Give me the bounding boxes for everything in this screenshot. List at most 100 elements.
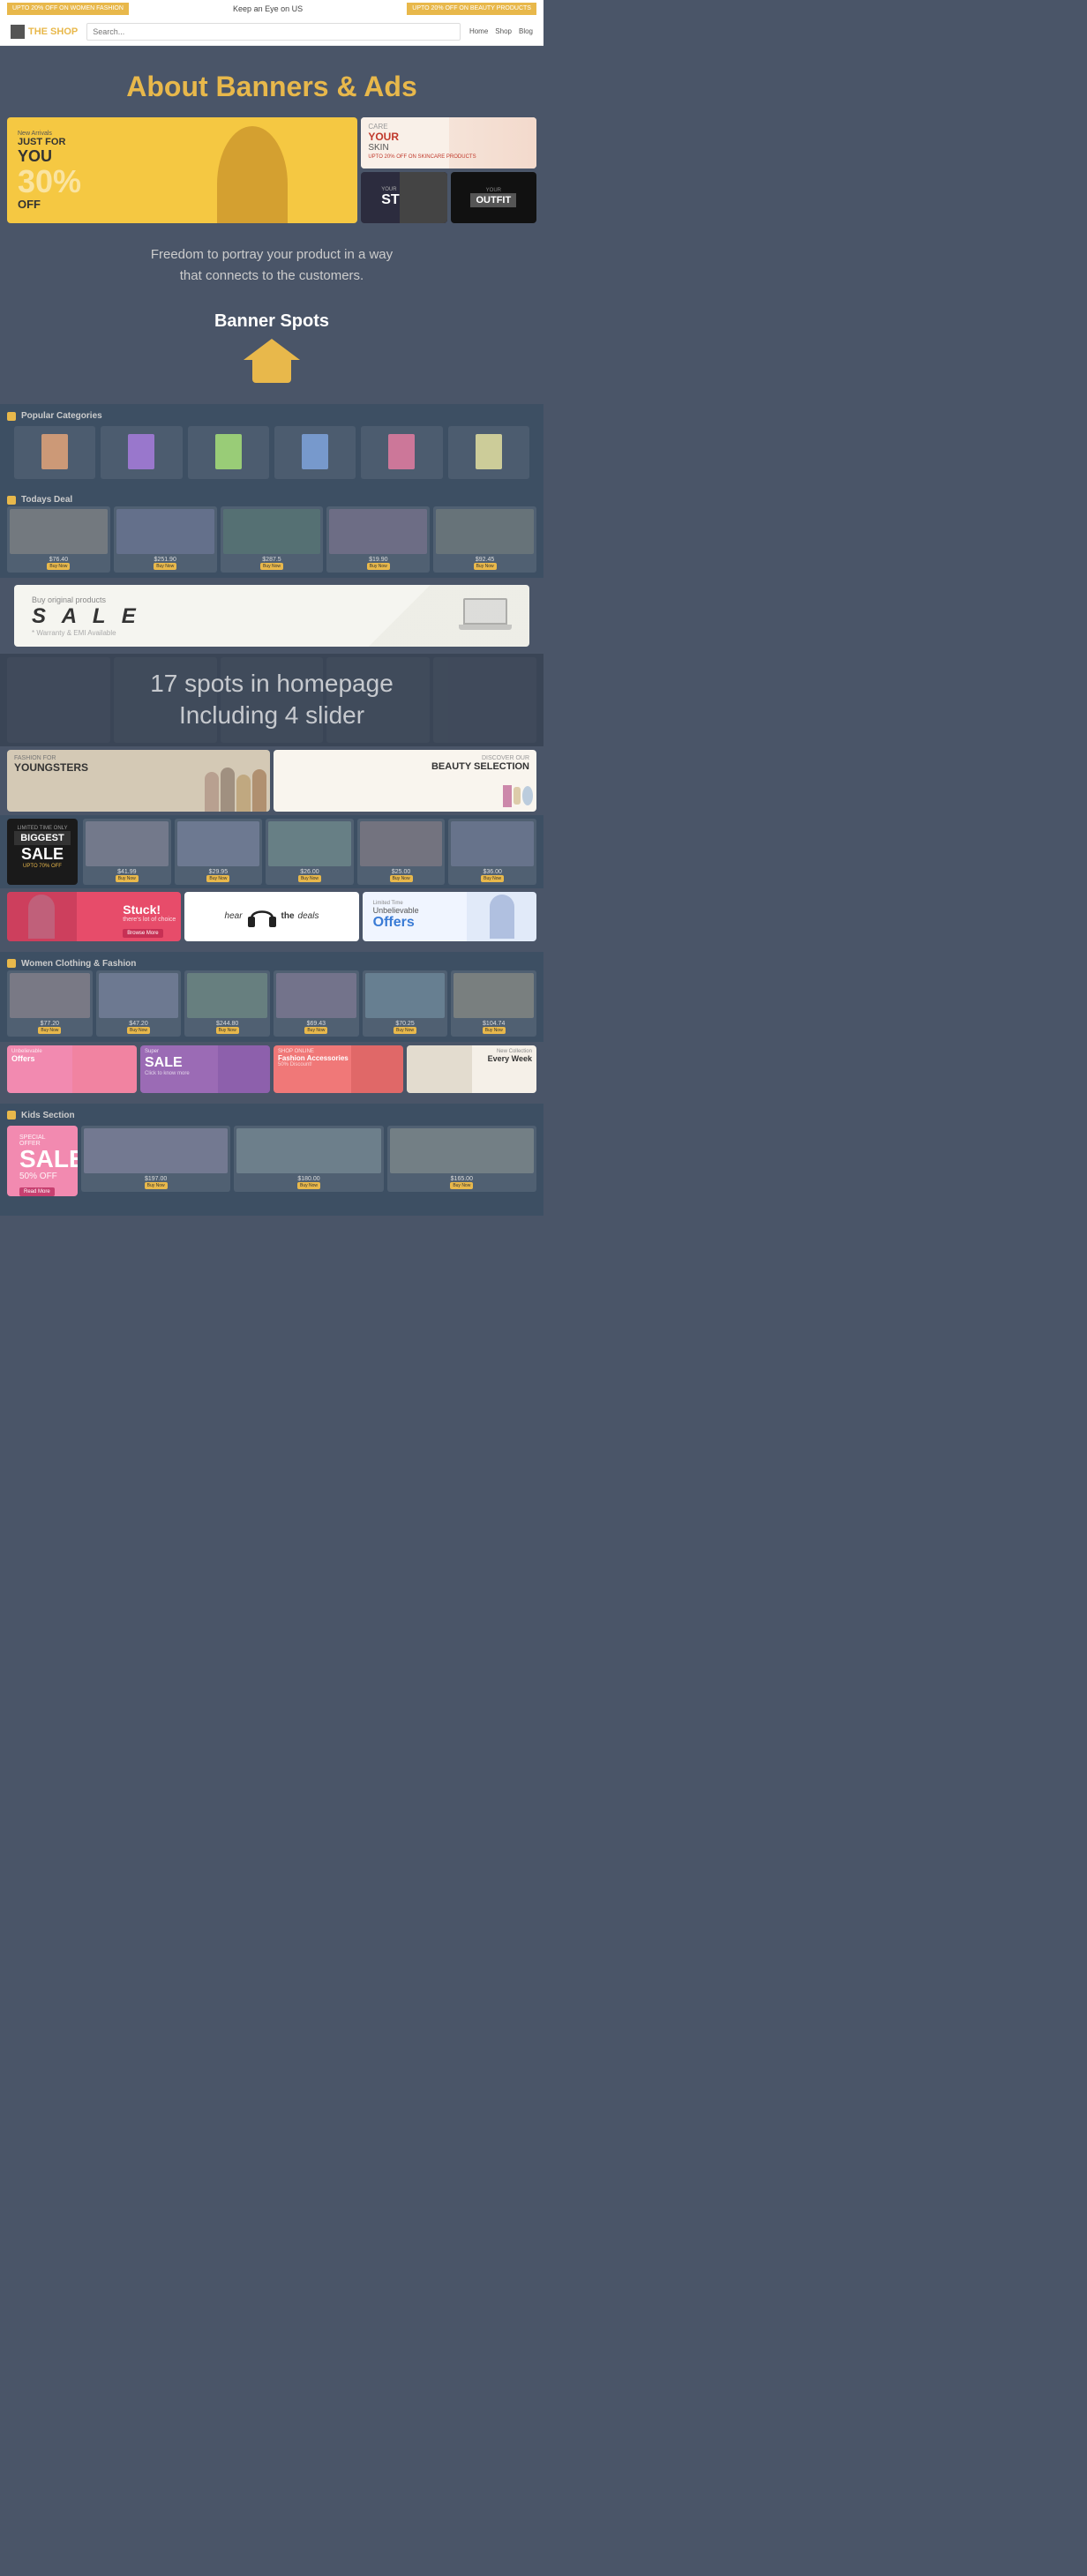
cat-item-6[interactable] [448, 426, 529, 479]
cat-img-6 [476, 434, 502, 469]
sale-product-1[interactable]: $41.99 Buy Now [83, 819, 171, 885]
cat-img-2 [128, 434, 154, 469]
section-icon [7, 412, 16, 421]
beauty-products [274, 781, 536, 812]
cat-item-3[interactable] [188, 426, 269, 479]
small-banner-accessories[interactable]: SHOP ONLINE Fashion Accessories 50% Disc… [274, 1045, 403, 1093]
sb-offers-img [72, 1045, 138, 1093]
deal-product-4[interactable]: $19.90 Buy Now [326, 506, 430, 573]
right-promo: UPTO 20% OFF ON BEAUTY PRODUCTS [407, 3, 536, 14]
women-buy-btn-1[interactable]: Buy Now [38, 1027, 61, 1034]
kids-product-2[interactable]: $180.00 Buy Now [234, 1126, 383, 1192]
left-promo: UPTO 20% OFF ON WOMEN FASHION [7, 3, 129, 14]
sb-collection-img [407, 1045, 472, 1093]
small-banner-offers[interactable]: Unbelievable Offers [7, 1045, 137, 1093]
buy-now-btn-1[interactable]: Buy Now [47, 563, 70, 570]
read-more-button[interactable]: Read More [19, 1187, 55, 1196]
offers-banner[interactable]: Limited Time Unbelievable Offers [363, 892, 536, 941]
women-product-1[interactable]: $77.20 Buy Now [7, 970, 93, 1037]
women-buy-btn-2[interactable]: Buy Now [127, 1027, 150, 1034]
small-banner-sale[interactable]: Super SALE Click to know more [140, 1045, 270, 1093]
stuck-banner[interactable]: Stuck! there's lot of choice Browse More [7, 892, 181, 941]
buy-sale-btn-4[interactable]: Buy Now [390, 875, 413, 882]
pink-sale-small-banner[interactable]: SPECIAL OFFER SALE 50% OFF Read More [7, 1126, 78, 1196]
main-fashion-banner[interactable]: New Arrivals JUST FOR YOU 30% OFF [7, 117, 357, 223]
kids-section-header: Kids Section [7, 1109, 536, 1122]
double-banners-section: FASHION FOR YOUNGSTERS DISCOVER OUR BEAU… [0, 746, 544, 815]
buy-now-btn-2[interactable]: Buy Now [154, 563, 176, 570]
deal-product-img-2 [116, 509, 214, 554]
logo-icon [11, 25, 25, 39]
women-product-6[interactable]: $104.74 Buy Now [451, 970, 536, 1037]
women-section-title: Women Clothing & Fashion [21, 959, 136, 969]
cat-item-5[interactable] [361, 426, 442, 479]
beauty-item-2 [514, 787, 521, 805]
sale-product-4[interactable]: $25.00 Buy Now [357, 819, 446, 885]
deal-product-1[interactable]: $76.40 Buy Now [7, 506, 110, 573]
kids-buy-btn-3[interactable]: Buy Now [450, 1182, 473, 1189]
site-logo[interactable]: THE SHOP [11, 25, 78, 39]
women-product-5[interactable]: $70.25 Buy Now [363, 970, 448, 1037]
women-product-img-2 [99, 973, 179, 1018]
sale-product-2[interactable]: $29.95 Buy Now [175, 819, 263, 885]
women-buy-btn-6[interactable]: Buy Now [483, 1027, 506, 1034]
kids-section-title: Kids Section [21, 1111, 75, 1120]
search-input[interactable] [86, 23, 461, 41]
sale-product-img-4 [360, 821, 443, 866]
sale-banner[interactable]: Buy original products S A L E * Warranty… [14, 585, 529, 647]
women-product-3[interactable]: $244.80 Buy Now [184, 970, 270, 1037]
women-product-img-4 [276, 973, 356, 1018]
bottom-spacer [0, 1202, 544, 1216]
buy-sale-btn-2[interactable]: Buy Now [206, 875, 229, 882]
kids-product-1[interactable]: $197.00 Buy Now [81, 1126, 230, 1192]
todays-deal-title: Todays Deal [21, 495, 72, 505]
women-buy-btn-4[interactable]: Buy Now [304, 1027, 327, 1034]
cat-item-4[interactable] [274, 426, 356, 479]
buy-sale-btn-1[interactable]: Buy Now [116, 875, 139, 882]
buy-sale-btn-3[interactable]: Buy Now [298, 875, 321, 882]
buy-now-btn-3[interactable]: Buy Now [260, 563, 283, 570]
headphones-banner[interactable]: hear the deals [184, 892, 358, 941]
deal-product-img-4 [329, 509, 427, 554]
buy-now-btn-5[interactable]: Buy Now [474, 563, 497, 570]
skincare-banner[interactable]: CARE YOUR SKIN UPTO 20% OFF ON SKINCARE … [361, 117, 536, 168]
cat-item-2[interactable] [101, 426, 182, 479]
model-silhouette-stuck [28, 895, 55, 939]
deal-product-3[interactable]: $287.5 Buy Now [221, 506, 324, 573]
top-announcement-bar: UPTO 20% OFF ON WOMEN FASHION Keep an Ey… [0, 0, 544, 18]
todays-deal-section: Todays Deal $76.40 Buy Now $251.90 Buy N… [0, 488, 544, 578]
kids-buy-btn-2[interactable]: Buy Now [297, 1182, 320, 1189]
sale-product-img-5 [451, 821, 534, 866]
kids-buy-btn-1[interactable]: Buy Now [145, 1182, 168, 1189]
deal-product-2[interactable]: $251.90 Buy Now [114, 506, 217, 573]
kid-4 [252, 769, 266, 812]
women-buy-btn-5[interactable]: Buy Now [394, 1027, 416, 1034]
stuck-browse-btn[interactable]: Browse More [123, 929, 162, 938]
women-product-4[interactable]: $69.43 Buy Now [274, 970, 359, 1037]
sale-product-5[interactable]: $36.00 Buy Now [448, 819, 536, 885]
cat-img-1 [41, 434, 68, 469]
your-style-banner[interactable]: YOUR STYLE [361, 172, 446, 223]
small-banner-new-collection[interactable]: New Collection Every Week [407, 1045, 536, 1093]
biggest-sale-card[interactable]: LIMITED TIME ONLY BIGGEST SALE UPTO 70% … [7, 819, 78, 885]
deal-product-img-1 [10, 509, 108, 554]
center-promo: Keep an Eye on US [233, 4, 303, 13]
women-product-2[interactable]: $47.20 Buy Now [96, 970, 182, 1037]
spots-line1: 17 spots in homepage [14, 668, 529, 700]
nav-home[interactable]: Home [469, 27, 488, 35]
nav-shop[interactable]: Shop [495, 27, 512, 35]
nav-blog[interactable]: Blog [519, 27, 533, 35]
offers-model [467, 892, 536, 941]
your-outfit-banner[interactable]: YOUR OUTFIT [451, 172, 536, 223]
cat-img-3 [215, 434, 242, 469]
beauty-banner[interactable]: DISCOVER OUR BEAUTY SELECTION [274, 750, 536, 812]
buy-sale-btn-5[interactable]: Buy Now [481, 875, 504, 882]
buy-now-btn-4[interactable]: Buy Now [367, 563, 390, 570]
youngsters-banner[interactable]: FASHION FOR YOUNGSTERS [7, 750, 270, 812]
kids-product-3[interactable]: $165.00 Buy Now [387, 1126, 536, 1192]
sale-product-3[interactable]: $26.00 Buy Now [266, 819, 354, 885]
deal-product-5[interactable]: $92.45 Buy Now [433, 506, 536, 573]
nav-links: Home Shop Blog [469, 27, 533, 35]
cat-item-1[interactable] [14, 426, 95, 479]
women-buy-btn-3[interactable]: Buy Now [216, 1027, 239, 1034]
